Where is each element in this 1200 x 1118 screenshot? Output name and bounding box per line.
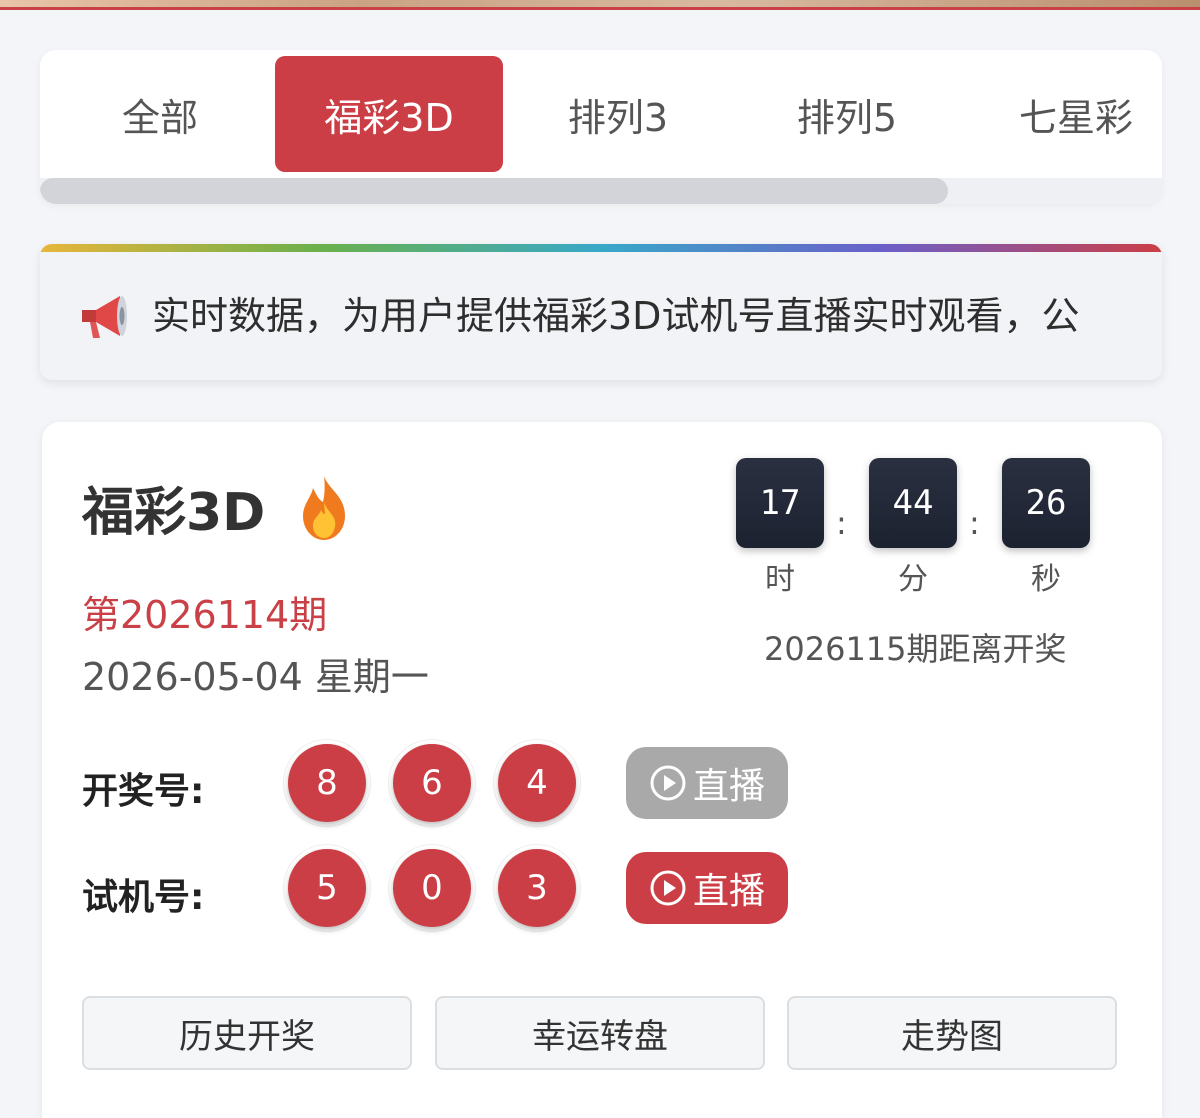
- trial-live-button[interactable]: 直播: [626, 852, 788, 924]
- tab-pailie-3[interactable]: 排列3: [504, 56, 732, 172]
- trial-ball: 5: [288, 849, 366, 927]
- tab-all[interactable]: 全部: [46, 56, 274, 172]
- countdown-hours: 17: [736, 458, 824, 548]
- notice-text: 实时数据，为用户提供福彩3D试机号直播实时观看，公: [152, 294, 1080, 338]
- trend-chart-button[interactable]: 走势图: [787, 996, 1117, 1070]
- draw-live-label: 直播: [692, 766, 765, 807]
- tab-pailie-5[interactable]: 排列5: [733, 56, 961, 172]
- draw-ball: 4: [498, 744, 576, 822]
- lottery-title-text: 福彩3D: [82, 483, 266, 543]
- tabs-row: 全部 福彩3D 排列3 排列5 七星彩: [40, 56, 1162, 172]
- draw-date: 2026-05-04 星期一: [82, 655, 429, 699]
- issue-number: 第2026114期: [82, 593, 328, 637]
- countdown-seconds-label: 秒: [1031, 562, 1061, 597]
- countdown-seconds: 26: [1002, 458, 1090, 548]
- countdown-minutes: 44: [869, 458, 957, 548]
- countdown-hours-label: 时: [765, 562, 795, 597]
- lottery-result-card: 福彩3D 第2026114期 2026-05-04 星期一 17 : 44 : …: [42, 422, 1162, 1118]
- trial-ball: 0: [393, 849, 471, 927]
- notice-rainbow-border: [40, 244, 1162, 252]
- lottery-tab-bar: 全部 福彩3D 排列3 排列5 七星彩: [40, 50, 1162, 204]
- countdown-timer: 17 : 44 : 26 时 分 秒 2026115期距离开奖: [736, 458, 1096, 668]
- lottery-title: 福彩3D: [82, 470, 353, 545]
- draw-number-label: 开奖号:: [82, 771, 205, 812]
- trial-number-label: 试机号:: [82, 877, 205, 918]
- play-circle-icon: [650, 765, 686, 801]
- draw-live-button[interactable]: 直播: [626, 747, 788, 819]
- megaphone-icon: [82, 296, 127, 338]
- countdown-caption: 2026115期距离开奖: [764, 630, 1067, 668]
- tab-qixingcai[interactable]: 七星彩: [962, 56, 1162, 172]
- play-circle-icon: [650, 870, 686, 906]
- draw-ball: 6: [393, 744, 471, 822]
- countdown-minutes-label: 分: [898, 562, 928, 597]
- trial-live-label: 直播: [692, 871, 765, 912]
- top-banner-strip: [0, 0, 1200, 10]
- lucky-wheel-button[interactable]: 幸运转盘: [435, 996, 765, 1070]
- fire-icon: [303, 475, 346, 540]
- countdown-separator: :: [836, 504, 847, 542]
- tab-scrollbar-thumb[interactable]: [40, 178, 948, 204]
- tab-scrollbar[interactable]: [40, 178, 1162, 204]
- tab-fucai-3d[interactable]: 福彩3D: [275, 56, 503, 172]
- countdown-separator: :: [969, 504, 980, 542]
- history-button[interactable]: 历史开奖: [82, 996, 412, 1070]
- notice-bar: 实时数据，为用户提供福彩3D试机号直播实时观看，公: [40, 244, 1162, 380]
- draw-ball: 8: [288, 744, 366, 822]
- trial-ball: 3: [498, 849, 576, 927]
